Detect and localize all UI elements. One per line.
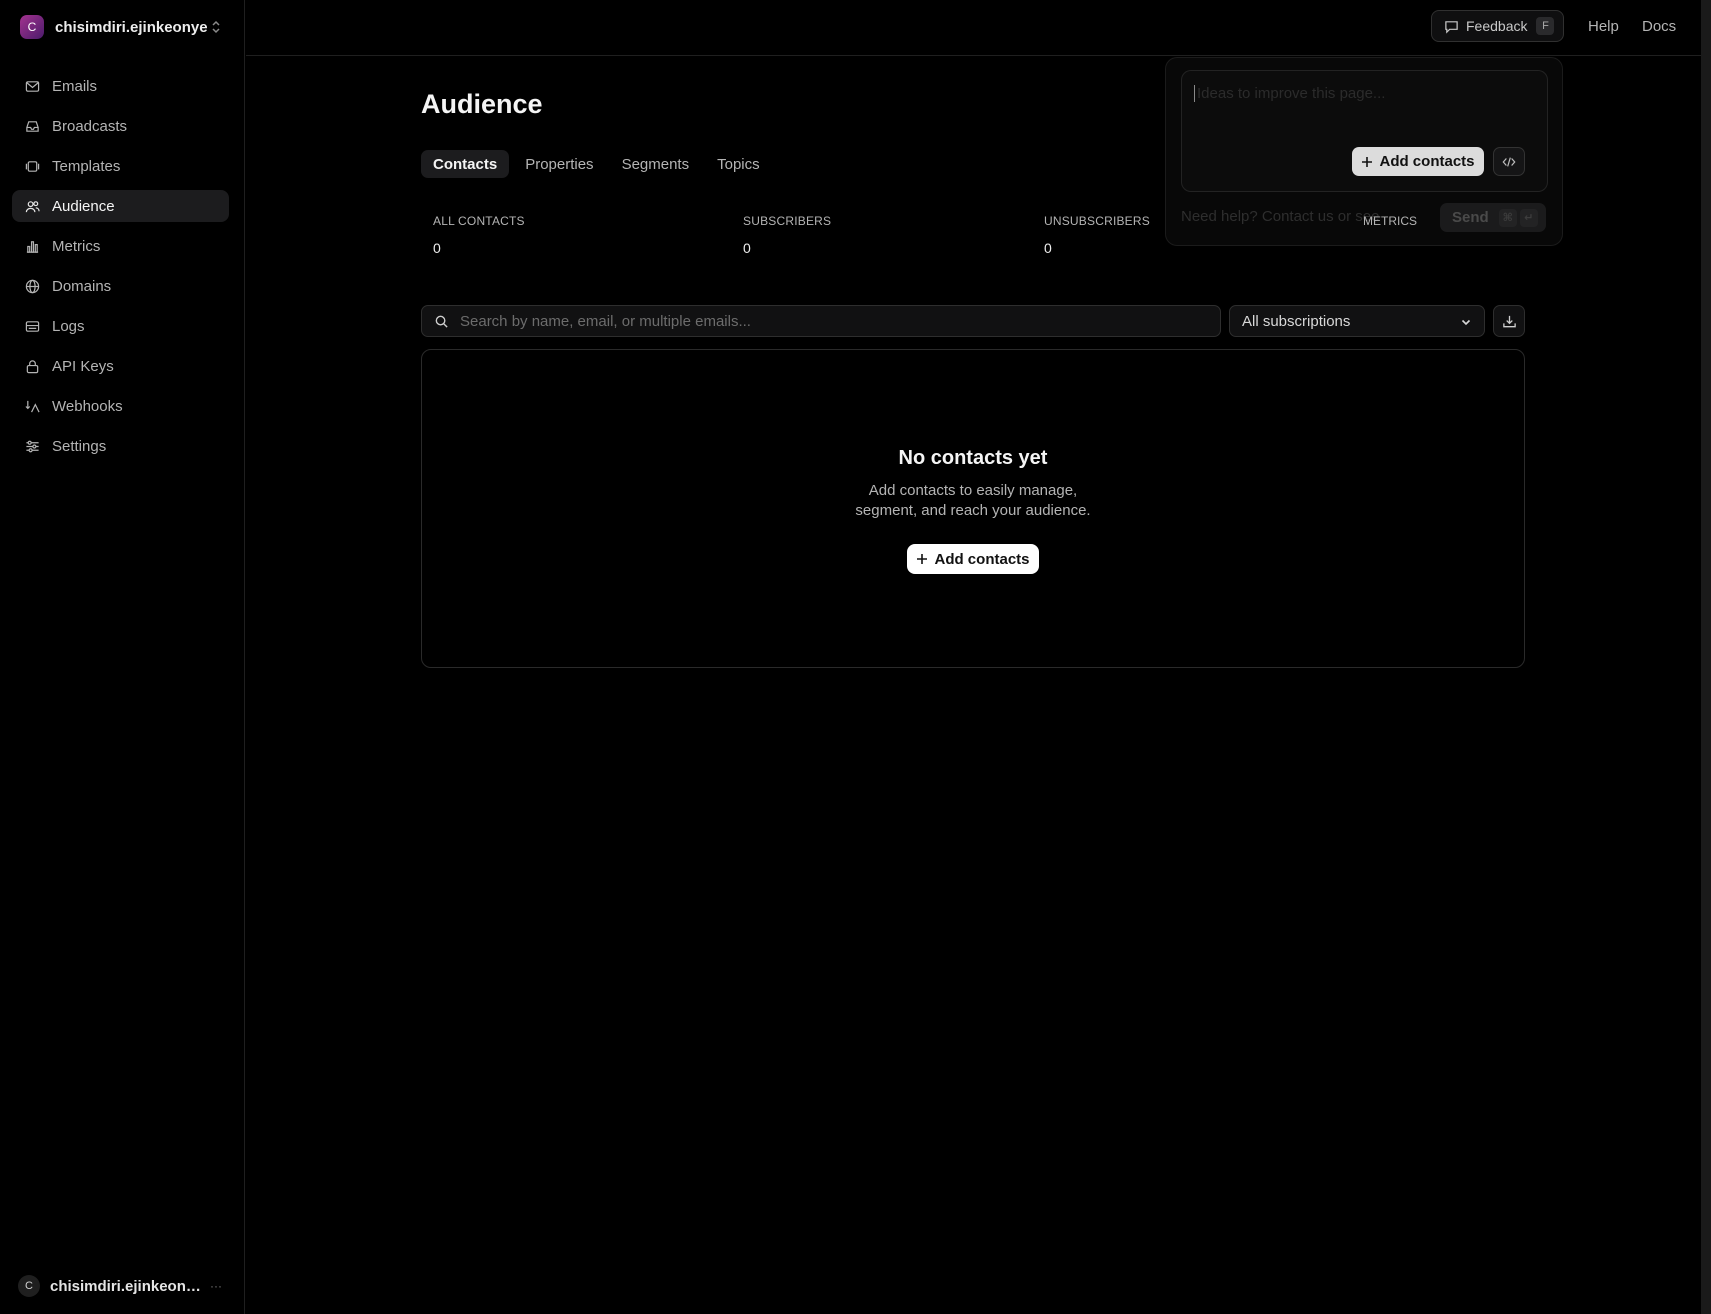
team-switcher[interactable]: C chisimdiri.ejinkeonye bbox=[20, 14, 225, 40]
stat-label: SUBSCRIBERS bbox=[743, 214, 832, 228]
feedback-help-text[interactable]: Need help? Contact us or see bbox=[1181, 208, 1379, 225]
message-icon bbox=[1445, 20, 1458, 34]
logs-icon bbox=[25, 320, 40, 332]
webhook-icon bbox=[25, 400, 40, 412]
users-icon bbox=[25, 200, 40, 212]
sidebar-item-emails[interactable]: Emails bbox=[12, 70, 229, 102]
help-link[interactable]: Help bbox=[1588, 18, 1619, 35]
search-icon bbox=[435, 315, 448, 328]
docs-link[interactable]: Docs bbox=[1642, 18, 1676, 35]
team-avatar: C bbox=[20, 15, 44, 39]
lock-icon bbox=[26, 359, 39, 373]
command-key: ⌘ bbox=[1498, 208, 1517, 227]
export-button[interactable] bbox=[1493, 305, 1525, 337]
user-menu[interactable]: C chisimdiri.ejinkeonye... ··· bbox=[18, 1274, 228, 1298]
stat-label: UNSUBSCRIBERS bbox=[1044, 214, 1150, 228]
sidebar-item-label: Broadcasts bbox=[52, 117, 128, 135]
empty-state-line-1: Add contacts to easily manage, bbox=[868, 482, 1078, 499]
sliders-icon bbox=[26, 440, 39, 452]
add-contacts-button[interactable]: Add contacts bbox=[907, 544, 1039, 574]
sidebar-item-templates[interactable]: Templates bbox=[12, 150, 229, 182]
sidebar-item-label: Domains bbox=[52, 277, 112, 295]
empty-state-title: No contacts yet bbox=[898, 447, 1048, 469]
tab-contacts[interactable]: Contacts bbox=[421, 150, 510, 178]
mail-icon bbox=[25, 80, 40, 92]
sidebar-item-broadcasts[interactable]: Broadcasts bbox=[12, 110, 229, 142]
stat-value: 0 bbox=[743, 240, 751, 256]
sidebar-item-metrics[interactable]: Metrics bbox=[12, 230, 229, 262]
more-icon[interactable]: ··· bbox=[210, 1279, 222, 1293]
plus-icon bbox=[917, 554, 928, 564]
stat-value: 0 bbox=[433, 240, 441, 256]
sidebar-item-domains[interactable]: Domains bbox=[12, 270, 229, 302]
feedback-shortcut: F bbox=[1536, 17, 1555, 35]
subscription-filter-value: All subscriptions bbox=[1242, 312, 1351, 330]
popover-add-contacts-button[interactable]: Add contacts bbox=[1352, 147, 1484, 176]
stat-metrics-label: METRICS bbox=[1363, 214, 1417, 228]
sidebar-item-api-keys[interactable]: API Keys bbox=[12, 350, 229, 382]
sidebar-item-logs[interactable]: Logs bbox=[12, 310, 229, 342]
popover-add-contacts-label: Add contacts bbox=[1379, 153, 1475, 170]
sidebar-item-label: API Keys bbox=[52, 357, 114, 375]
scrollbar[interactable] bbox=[1701, 0, 1711, 1314]
globe-icon bbox=[25, 279, 40, 293]
code-button[interactable] bbox=[1493, 147, 1525, 176]
stat-unsubscribers: UNSUBSCRIBERS 0 bbox=[1044, 214, 1150, 256]
tab-properties[interactable]: Properties bbox=[513, 150, 605, 178]
code-icon bbox=[1502, 156, 1516, 167]
send-feedback-button[interactable]: Send ⌘ ↵ bbox=[1440, 203, 1546, 232]
user-name: chisimdiri.ejinkeonye... bbox=[50, 1277, 202, 1295]
sidebar-item-label: Settings bbox=[52, 437, 107, 455]
tab-segments[interactable]: Segments bbox=[610, 150, 702, 178]
feedback-placeholder: Ideas to improve this page... bbox=[1194, 85, 1385, 102]
chevron-up-down-icon bbox=[212, 20, 220, 34]
empty-state-line-2: segment, and reach your audience. bbox=[855, 502, 1091, 519]
sidebar-item-label: Logs bbox=[52, 317, 85, 335]
empty-state: No contacts yet Add contacts to easily m… bbox=[421, 349, 1525, 668]
stat-label: ALL CONTACTS bbox=[433, 214, 525, 228]
subscription-filter-select[interactable]: All subscriptions bbox=[1229, 305, 1485, 337]
stat-all-contacts: ALL CONTACTS 0 bbox=[433, 214, 525, 256]
plus-icon bbox=[1362, 156, 1373, 167]
search-box[interactable] bbox=[421, 305, 1221, 337]
sidebar-item-label: Webhooks bbox=[52, 397, 123, 415]
sidebar-nav: Emails Broadcasts Templates Audience Met… bbox=[12, 70, 229, 470]
team-name: chisimdiri.ejinkeonye bbox=[55, 18, 208, 36]
download-icon bbox=[1502, 315, 1516, 327]
sidebar-item-audience[interactable]: Audience bbox=[12, 190, 229, 222]
stat-subscribers: SUBSCRIBERS 0 bbox=[743, 214, 831, 256]
feedback-label: Feedback bbox=[1466, 18, 1528, 34]
feedback-button[interactable]: Feedback F bbox=[1431, 10, 1564, 42]
search-input[interactable] bbox=[460, 312, 1200, 330]
bar-chart-icon bbox=[26, 240, 39, 253]
sidebar: C chisimdiri.ejinkeonye Emails Broadcast… bbox=[0, 0, 245, 1314]
add-contacts-label: Add contacts bbox=[934, 550, 1030, 568]
empty-state-description: Add contacts to easily manage, segment, … bbox=[422, 481, 1524, 521]
stat-value: 0 bbox=[1044, 240, 1052, 256]
avatar: C bbox=[18, 1275, 40, 1297]
sidebar-item-label: Emails bbox=[52, 77, 98, 95]
sidebar-item-settings[interactable]: Settings bbox=[12, 430, 229, 462]
sidebar-item-label: Metrics bbox=[52, 237, 101, 255]
enter-key: ↵ bbox=[1519, 208, 1538, 227]
send-label: Send bbox=[1452, 209, 1489, 226]
chevron-down-icon bbox=[1461, 319, 1471, 326]
template-icon bbox=[25, 160, 40, 172]
page-title: Audience bbox=[421, 89, 543, 119]
sidebar-item-label: Audience bbox=[52, 197, 115, 215]
sidebar-item-label: Templates bbox=[52, 157, 121, 175]
inbox-icon bbox=[26, 120, 39, 132]
audience-tabs: Contacts Properties Segments Topics bbox=[421, 150, 776, 178]
sidebar-item-webhooks[interactable]: Webhooks bbox=[12, 390, 229, 422]
tab-topics[interactable]: Topics bbox=[705, 150, 772, 178]
